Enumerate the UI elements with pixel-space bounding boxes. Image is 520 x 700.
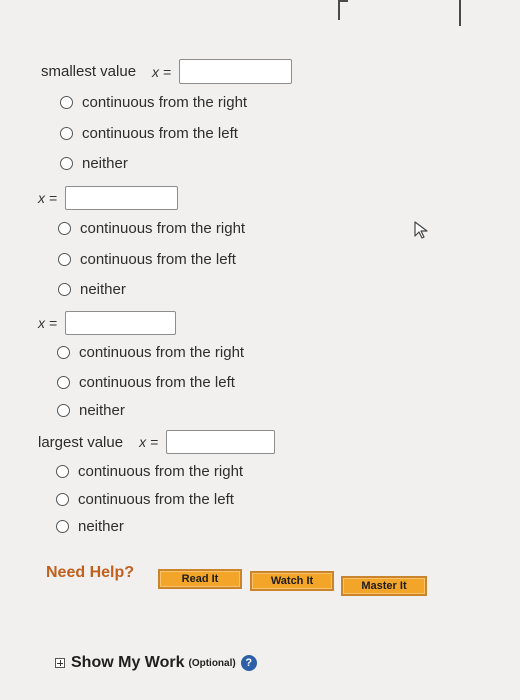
top-mark-left xyxy=(338,0,340,20)
assignment-page: smallest value x = continuous from the r… xyxy=(0,0,520,700)
radio-option-1-left[interactable]: continuous from the left xyxy=(60,125,238,142)
radio-icon[interactable] xyxy=(57,404,70,417)
radio-option-2-left[interactable]: continuous from the left xyxy=(58,251,236,268)
radio-icon[interactable] xyxy=(57,346,70,359)
radio-option-2-right[interactable]: continuous from the right xyxy=(58,220,245,237)
smallest-value-input[interactable] xyxy=(179,59,293,84)
radio-option-1-right[interactable]: continuous from the right xyxy=(60,94,247,111)
smallest-value-label: smallest value xyxy=(41,63,137,80)
x-equals-label: x = xyxy=(38,190,58,206)
radio-option-4-neither[interactable]: neither xyxy=(56,518,124,535)
need-help-label: Need Help? xyxy=(46,564,135,581)
x-value-input-2[interactable] xyxy=(65,186,179,210)
radio-label: continuous from the left xyxy=(78,491,234,508)
largest-value-label: largest value xyxy=(38,433,124,451)
radio-option-1-neither[interactable]: neither xyxy=(60,155,128,172)
radio-icon[interactable] xyxy=(60,96,73,109)
radio-option-2-neither[interactable]: neither xyxy=(58,281,126,298)
x-equals-label: x = xyxy=(38,315,58,331)
top-mark-right xyxy=(459,0,461,26)
watch-it-button[interactable]: Watch It xyxy=(250,571,334,591)
radio-icon[interactable] xyxy=(56,493,69,506)
radio-label: continuous from the left xyxy=(79,374,235,391)
radio-option-4-left[interactable]: continuous from the left xyxy=(56,491,234,508)
radio-label: neither xyxy=(78,518,124,535)
x-equals-label: x = xyxy=(152,63,172,80)
radio-option-4-right[interactable]: continuous from the right xyxy=(56,463,243,480)
help-circle-icon[interactable]: ? xyxy=(240,655,257,671)
radio-label: neither xyxy=(79,402,125,419)
largest-value-input[interactable] xyxy=(166,430,276,454)
radio-label: continuous from the right xyxy=(80,220,246,237)
radio-icon[interactable] xyxy=(60,157,73,170)
largest-value-row: largest value x = xyxy=(38,430,276,454)
master-it-button[interactable]: Master It xyxy=(341,576,427,596)
radio-icon[interactable] xyxy=(58,283,71,296)
radio-label: continuous from the left xyxy=(82,125,238,142)
radio-option-3-neither[interactable]: neither xyxy=(57,402,125,419)
radio-label: continuous from the right xyxy=(82,94,248,111)
top-mark-left-tick xyxy=(338,0,348,2)
plus-box-icon[interactable] xyxy=(55,658,65,668)
radio-icon[interactable] xyxy=(58,253,71,266)
radio-icon[interactable] xyxy=(58,222,71,235)
show-my-work-label: Show My Work xyxy=(71,654,185,671)
radio-option-3-left[interactable]: continuous from the left xyxy=(57,374,235,391)
radio-label: continuous from the left xyxy=(80,251,236,268)
x-value-row-2: x = xyxy=(38,186,179,210)
radio-label: neither xyxy=(80,281,126,298)
x-equals-label: x = xyxy=(139,434,159,450)
smallest-value-row: smallest value x = xyxy=(41,59,293,84)
radio-label: neither xyxy=(82,155,128,172)
radio-icon[interactable] xyxy=(57,376,70,389)
radio-icon[interactable] xyxy=(56,520,69,533)
radio-label: continuous from the right xyxy=(79,344,245,361)
show-my-work-toggle[interactable]: Show My Work (Optional) ? xyxy=(55,654,257,672)
optional-label: (Optional) xyxy=(188,657,236,669)
radio-icon[interactable] xyxy=(60,127,73,140)
radio-label: continuous from the right xyxy=(78,463,244,480)
radio-option-3-right[interactable]: continuous from the right xyxy=(57,344,244,361)
x-value-row-3: x = xyxy=(38,311,177,335)
x-value-input-3[interactable] xyxy=(65,311,177,335)
cursor-icon xyxy=(414,221,428,239)
radio-icon[interactable] xyxy=(56,465,69,478)
read-it-button[interactable]: Read It xyxy=(158,569,242,589)
